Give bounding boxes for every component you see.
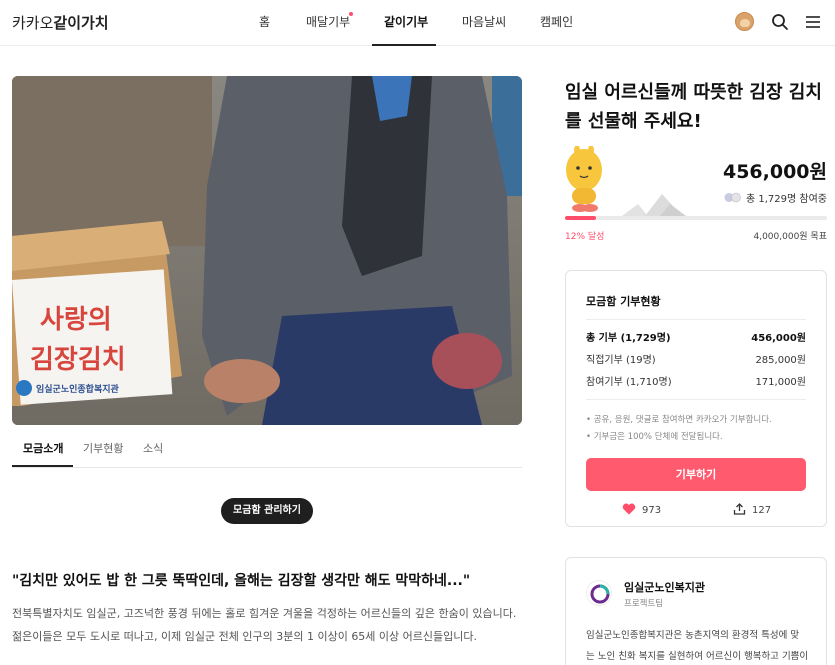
tab-intro[interactable]: 모금소개 (23, 440, 63, 456)
campaign-tabs: 모금소개 기부현황 소식 (12, 428, 522, 468)
participation-donation-value: 171,000원 (755, 377, 806, 388)
new-dot-badge (349, 12, 353, 16)
nav-together[interactable]: 같이기부 (384, 13, 428, 30)
like-button[interactable]: 973 (622, 503, 661, 516)
share-count: 127 (752, 505, 772, 516)
share-icon (733, 503, 746, 515)
note-delivery: • 기부금은 100% 단체에 전달됩니다. (586, 432, 723, 442)
box-org-label: 임실군노인종합복지관 (36, 383, 120, 395)
logo-main: 같이가치 (53, 14, 109, 32)
campaign-title: 임실 어르신들께 따뜻한 김장 김치를 선물해 주세요! (565, 82, 822, 132)
box-text-line1: 사랑의 (40, 305, 112, 335)
logo-prefix: 카카오 (12, 14, 54, 32)
nav-weather[interactable]: 마음날씨 (462, 13, 506, 30)
org-desc-line-1: 임실군노인종합복지관은 농촌지역의 환경적 특성에 맞 (586, 630, 800, 641)
progress-fill (565, 216, 596, 220)
nav-active-underline (372, 44, 436, 46)
participation-donation-label: 참여기부 (1,710명) (586, 377, 672, 388)
achieve-rate: 12% 달성 (565, 232, 605, 242)
menu-icon[interactable] (803, 12, 823, 32)
tab-news[interactable]: 소식 (143, 440, 163, 456)
search-icon[interactable] (770, 12, 790, 32)
org-name[interactable]: 임실군노인복지관 (624, 579, 705, 595)
nav-home[interactable]: 홈 (259, 13, 270, 30)
share-button[interactable]: 127 (733, 503, 771, 516)
donate-button[interactable]: 기부하기 (586, 458, 806, 491)
story-quote: "김치만 있어도 밥 한 그릇 뚝딱인데, 올해는 김장할 생각만 해도 막막하… (12, 573, 471, 589)
nav-monthly[interactable]: 매달기부 (306, 13, 350, 30)
story-line-2: 젊은이들은 모두 도시로 떠나고, 이제 임실군 전체 인구의 3분의 1 이상… (12, 630, 477, 643)
direct-donation-value: 285,000원 (755, 355, 806, 366)
manage-fund-button[interactable]: 모금함 관리하기 (221, 498, 313, 524)
organization-card: 임실군노인복지관 프로젝트팀 임실군노인종합복지관은 농촌지역의 환경적 특성에… (565, 557, 827, 665)
participants-icon (724, 192, 741, 203)
box-text-line2: 김장김치 (30, 345, 126, 375)
hero-photo-illustration: 사랑의 김장김치 임실군노인종합복지관 (12, 76, 522, 425)
participants-text: 총 1,729명 참여중 (746, 194, 827, 205)
tab-active-underline (12, 465, 73, 467)
participant-count: 총 1,729명 참여중 (640, 190, 827, 205)
org-role: 프로젝트팀 (624, 599, 664, 609)
campaign-hero-image: 사랑의 김장김치 임실군노인종합복지관 (12, 76, 522, 425)
top-header: 카카오같이가치 홈 매달기부 같이기부 마음날씨 캠페인 (0, 0, 835, 46)
like-count: 973 (642, 505, 662, 516)
tab-status[interactable]: 기부현황 (83, 440, 123, 456)
note-participate: • 공유, 응원, 댓글로 참여하면 카카오가 기부합니다. (586, 415, 772, 425)
site-logo[interactable]: 카카오같이가치 (12, 12, 109, 33)
nav-campaign[interactable]: 캠페인 (540, 13, 573, 30)
direct-donation-label: 직접기부 (19명) (586, 355, 656, 366)
status-card-title: 모금함 기부현황 (586, 295, 661, 308)
org-logo[interactable] (586, 580, 612, 606)
divider (586, 399, 806, 400)
total-donation-label: 총 기부 (1,729명) (586, 333, 671, 344)
goal-amount: 4,000,000원 목표 (753, 232, 827, 242)
heart-icon (622, 503, 636, 515)
donation-status-card: 모금함 기부현황 총 기부 (1,729명) 456,000원 직접기부 (19… (565, 270, 827, 527)
raised-amount: 456,000원 (722, 161, 827, 183)
progress-track (565, 216, 827, 220)
story-line-1: 전북특별자치도 임실군, 고즈넉한 풍경 뒤에는 홀로 힘겨운 겨울을 걱정하는… (12, 607, 517, 620)
org-logo-icon (590, 584, 610, 604)
org-desc-line-2: 는 노인 친화 복지를 실현하여 어르신이 행복하고 기쁨이 (586, 651, 809, 662)
user-avatar[interactable] (735, 12, 754, 31)
total-donation-value: 456,000원 (751, 333, 806, 344)
divider (586, 319, 806, 320)
